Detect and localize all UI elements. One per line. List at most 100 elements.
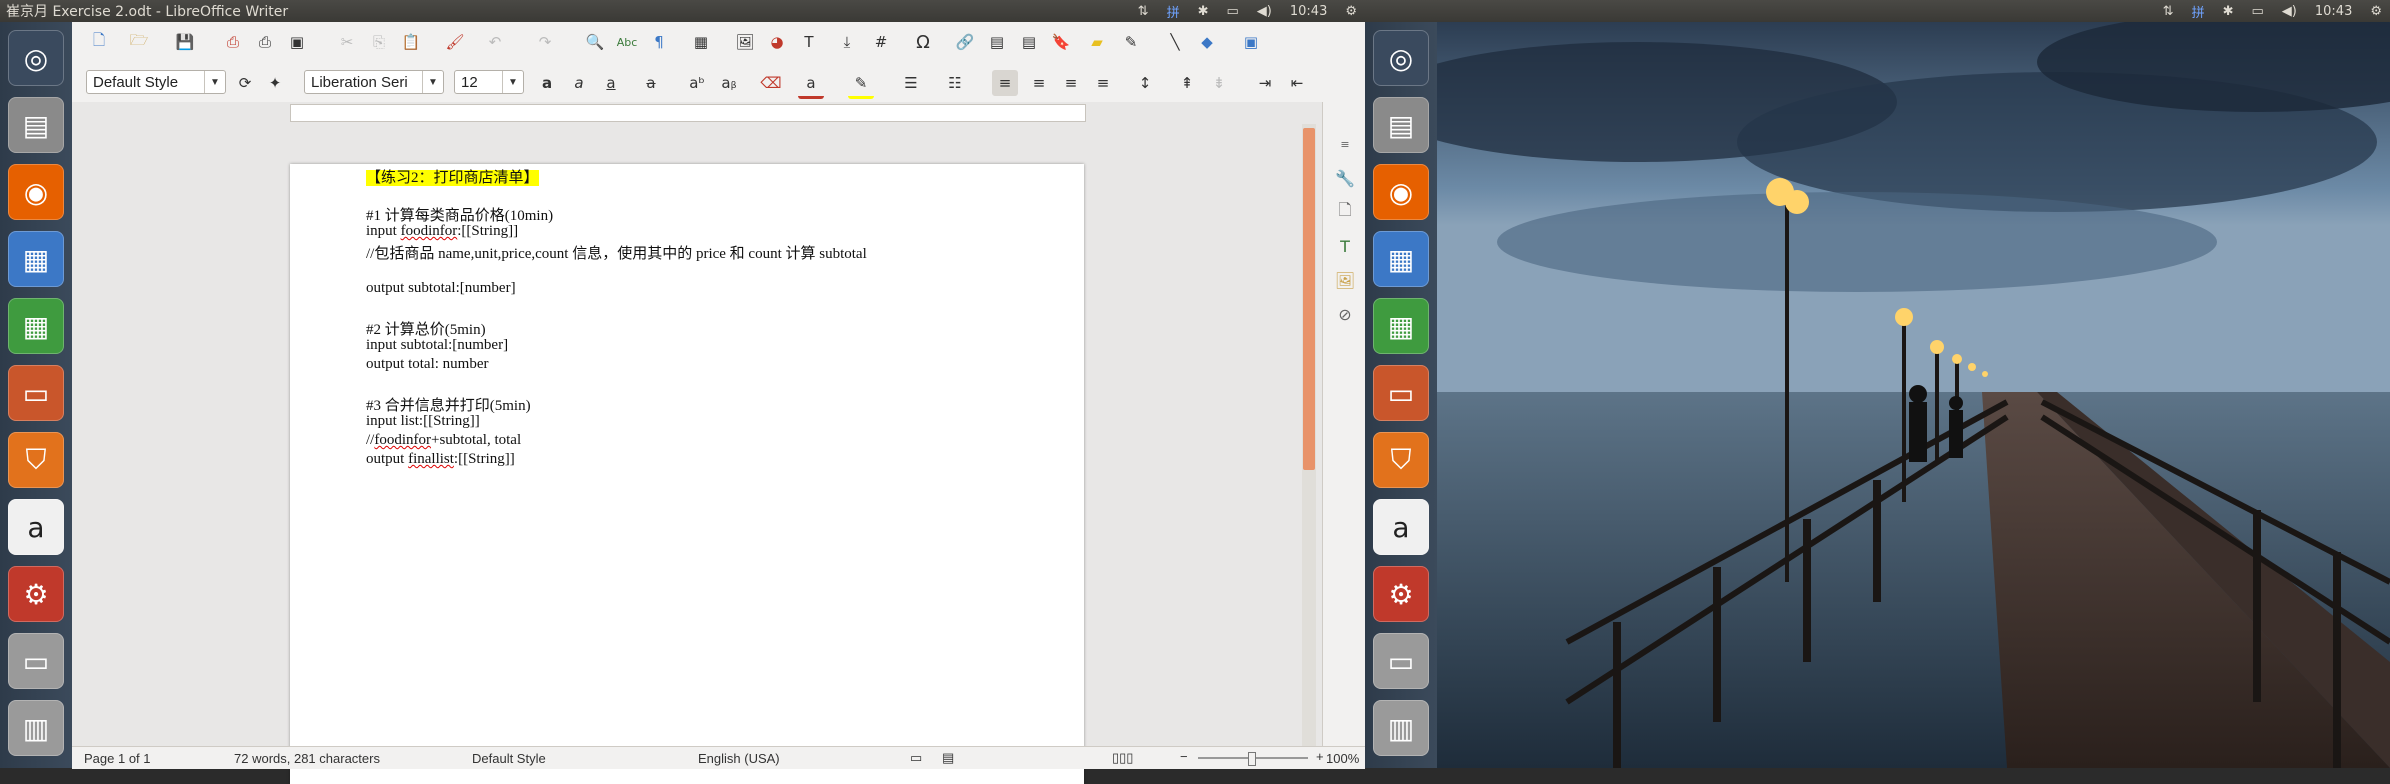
horizontal-ruler[interactable] bbox=[290, 104, 1086, 122]
decrease-indent-icon[interactable]: ⇤ bbox=[1284, 70, 1310, 96]
bluetooth-icon[interactable]: ✱ bbox=[1198, 4, 1209, 19]
draw-functions-icon[interactable]: ▣ bbox=[1238, 29, 1264, 55]
new-style-icon[interactable]: ✦ bbox=[262, 70, 288, 96]
endnote-icon[interactable]: ▤ bbox=[1016, 29, 1042, 55]
document-line[interactable]: #1 计算每类商品价格(10min) bbox=[366, 204, 553, 225]
zoom-in-icon[interactable]: + bbox=[1316, 749, 1324, 764]
software-center-icon[interactable]: ⛉ bbox=[8, 432, 64, 488]
align-left-icon[interactable]: ≡ bbox=[992, 70, 1018, 96]
settings-gear-icon[interactable]: ⚙ bbox=[2370, 4, 2382, 19]
document-line[interactable]: output total: number bbox=[366, 356, 488, 373]
insert-pagebreak-icon[interactable]: ⤓ bbox=[834, 29, 860, 55]
writer-icon[interactable]: ▦ bbox=[8, 231, 64, 287]
decrease-paragraph-spacing-icon[interactable]: ⇟ bbox=[1206, 70, 1232, 96]
sidebar-menu-icon[interactable]: ≡ bbox=[1333, 132, 1357, 156]
underline-icon[interactable]: a bbox=[598, 70, 624, 96]
italic-icon[interactable]: a bbox=[566, 70, 592, 96]
document-line[interactable]: input list:[[String]] bbox=[366, 413, 480, 430]
chevron-down-icon[interactable]: ▼ bbox=[502, 71, 523, 93]
styles-icon[interactable]: T bbox=[1333, 234, 1357, 258]
impress-icon[interactable]: ▭ bbox=[8, 365, 64, 421]
undo-icon[interactable]: ↶ bbox=[482, 29, 508, 55]
line-icon[interactable]: ╲ bbox=[1162, 29, 1188, 55]
track-changes-icon[interactable]: ✎ bbox=[1118, 29, 1144, 55]
scrollbar-thumb[interactable] bbox=[1303, 128, 1315, 470]
input-method-icon[interactable]: 拼 bbox=[1167, 2, 1180, 21]
align-center-icon[interactable]: ≡ bbox=[1026, 70, 1052, 96]
writer-icon[interactable]: ▦ bbox=[1373, 231, 1429, 287]
document-modified-icon[interactable]: ▤ bbox=[942, 750, 954, 766]
clock[interactable]: 10:43 bbox=[2315, 4, 2352, 19]
font-name-combo[interactable]: Liberation Seri ▼ bbox=[304, 70, 444, 94]
superscript-icon[interactable]: aᵇ bbox=[684, 70, 710, 96]
font-size-combo[interactable]: 12 ▼ bbox=[454, 70, 524, 94]
volume-icon[interactable]: ◀) bbox=[2282, 4, 2297, 19]
vertical-scrollbar[interactable] bbox=[1302, 124, 1316, 764]
drive-icon[interactable]: ▭ bbox=[1373, 633, 1429, 689]
chevron-down-icon[interactable]: ▼ bbox=[204, 71, 225, 93]
view-layout-icons[interactable]: ▯▯▯ bbox=[1112, 750, 1133, 766]
document-page[interactable]: 【练习2：打印商店清单】 #1 计算每类商品价格(10min) input food… bbox=[290, 164, 1084, 784]
copy-icon[interactable]: ⎘ bbox=[366, 29, 392, 55]
status-zoom[interactable]: 100% bbox=[1326, 751, 1359, 766]
bookmark-icon[interactable]: 🔖 bbox=[1048, 29, 1074, 55]
save-icon[interactable]: 💾 bbox=[172, 29, 198, 55]
files-icon[interactable]: ▤ bbox=[1373, 97, 1429, 153]
insert-image-icon[interactable]: 🖼 bbox=[732, 29, 758, 55]
bullet-list-icon[interactable]: ☰ bbox=[898, 70, 924, 96]
calc-icon[interactable]: ▦ bbox=[1373, 298, 1429, 354]
find-replace-icon[interactable]: 🔍 bbox=[582, 29, 608, 55]
firefox-icon[interactable]: ◉ bbox=[1373, 164, 1429, 220]
battery-icon[interactable]: ▭ bbox=[2252, 4, 2264, 19]
hyperlink-icon[interactable]: 🔗 bbox=[952, 29, 978, 55]
document-text[interactable]: 【练习2：打印商店清单】 #1 计算每类商品价格(10min) input food… bbox=[366, 166, 1066, 766]
ubuntu-logo-icon[interactable]: ◎ bbox=[8, 30, 64, 86]
paragraph-style-combo[interactable]: Default Style ▼ bbox=[86, 70, 226, 94]
status-word-count[interactable]: 72 words, 281 characters bbox=[234, 751, 380, 766]
document-line[interactable]: output subtotal:[number] bbox=[366, 280, 516, 297]
insert-textbox-icon[interactable]: T bbox=[796, 29, 822, 55]
cut-icon[interactable]: ✂ bbox=[334, 29, 360, 55]
document-line[interactable]: input subtotal:[number] bbox=[366, 337, 508, 354]
document-line[interactable]: //包括商品 name,unit,price,count 信息，使用其中的 pr… bbox=[366, 242, 867, 263]
footnote-icon[interactable]: ▤ bbox=[984, 29, 1010, 55]
zoom-out-icon[interactable]: − bbox=[1180, 749, 1188, 764]
document-line[interactable]: #2 计算总价(5min) bbox=[366, 318, 486, 339]
system-settings-icon[interactable]: ⚙ bbox=[1373, 566, 1429, 622]
subscript-icon[interactable]: aᵦ bbox=[716, 70, 742, 96]
insert-mode-icon[interactable]: ▭ bbox=[910, 750, 922, 766]
redo-icon[interactable]: ↷ bbox=[532, 29, 558, 55]
network-updown-icon[interactable]: ⇅ bbox=[2163, 4, 2174, 19]
system-settings-icon[interactable]: ⚙ bbox=[8, 566, 64, 622]
update-style-icon[interactable]: ⟳ bbox=[232, 70, 258, 96]
document-line[interactable]: //foodinfor+subtotal, total bbox=[366, 432, 521, 449]
navigator-icon[interactable]: ⊘ bbox=[1333, 302, 1357, 326]
calc-icon[interactable]: ▦ bbox=[8, 298, 64, 354]
battery-icon[interactable]: ▭ bbox=[1227, 4, 1239, 19]
network-updown-icon[interactable]: ⇅ bbox=[1138, 4, 1149, 19]
increase-paragraph-spacing-icon[interactable]: ⇞ bbox=[1174, 70, 1200, 96]
insert-table-icon[interactable]: ▦ bbox=[688, 29, 714, 55]
ubuntu-logo-icon[interactable]: ◎ bbox=[1373, 30, 1429, 86]
formatting-marks-icon[interactable]: ¶ bbox=[646, 29, 672, 55]
amazon-icon[interactable]: a bbox=[1373, 499, 1429, 555]
document-line[interactable]: #3 合并信息并打印(5min) bbox=[366, 394, 531, 415]
align-right-icon[interactable]: ≡ bbox=[1058, 70, 1084, 96]
clock[interactable]: 10:43 bbox=[1290, 4, 1327, 19]
bold-icon[interactable]: a bbox=[534, 70, 560, 96]
properties-icon[interactable]: 🔧 bbox=[1333, 166, 1357, 190]
basic-shapes-icon[interactable]: ◆ bbox=[1194, 29, 1220, 55]
special-character-icon[interactable]: Ω bbox=[910, 29, 936, 55]
line-spacing-icon[interactable]: ↕ bbox=[1132, 70, 1158, 96]
document-line[interactable]: output finallist:[[String]] bbox=[366, 451, 515, 468]
increase-indent-icon[interactable]: ⇥ bbox=[1252, 70, 1278, 96]
status-page-style[interactable]: Default Style bbox=[472, 751, 546, 766]
gallery-icon[interactable]: 🖼 bbox=[1333, 268, 1357, 292]
export-pdf-icon[interactable]: ⎙ bbox=[220, 29, 246, 55]
files-icon[interactable]: ▤ bbox=[8, 97, 64, 153]
amazon-icon[interactable]: a bbox=[8, 499, 64, 555]
trash-icon[interactable]: ▥ bbox=[8, 700, 64, 756]
bluetooth-icon[interactable]: ✱ bbox=[2223, 4, 2234, 19]
status-page[interactable]: Page 1 of 1 bbox=[84, 751, 151, 766]
insert-field-icon[interactable]: # bbox=[868, 29, 894, 55]
